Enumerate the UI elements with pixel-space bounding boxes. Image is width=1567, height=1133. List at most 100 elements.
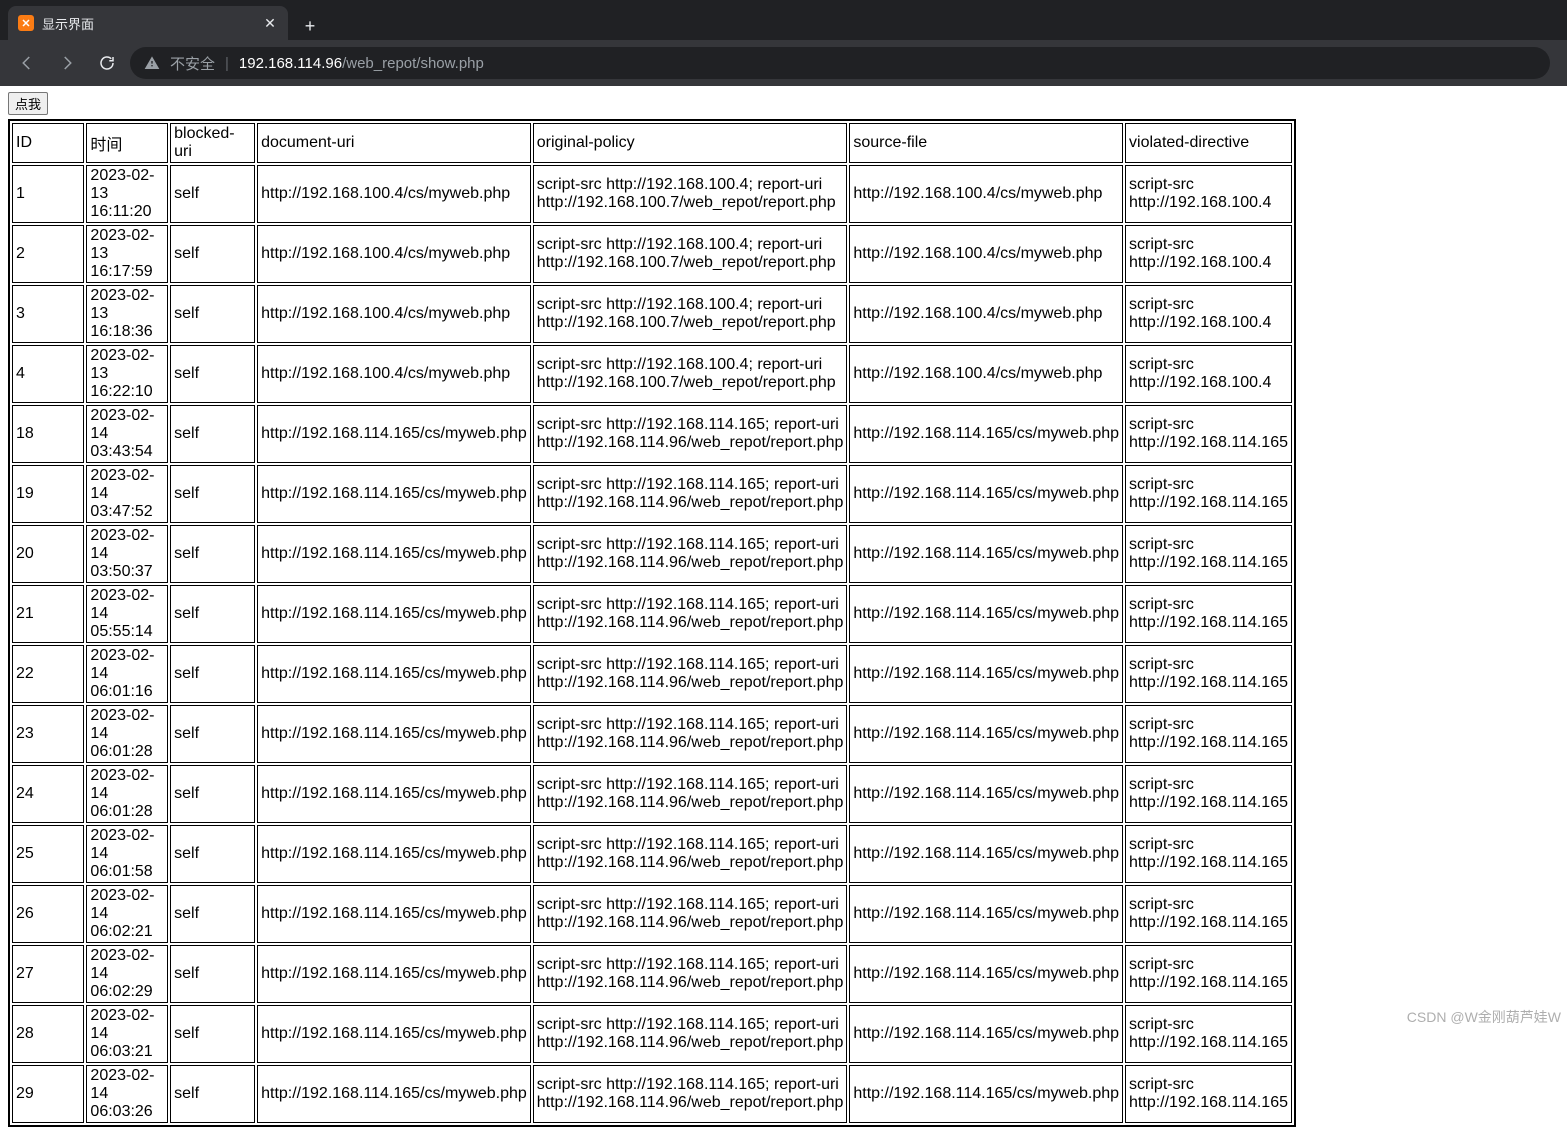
cell-doc: http://192.168.100.4/cs/myweb.php <box>257 165 531 223</box>
cell-blocked: self <box>170 645 255 703</box>
cell-id: 22 <box>12 645 84 703</box>
cell-vio: script-src http://192.168.114.165 <box>1125 645 1292 703</box>
cell-src: http://192.168.100.4/cs/myweb.php <box>849 285 1123 343</box>
table-row: 252023-02-14 06:01:58selfhttp://192.168.… <box>12 825 1292 883</box>
xampp-favicon-icon <box>18 15 34 31</box>
cell-blocked: self <box>170 225 255 283</box>
cell-id: 20 <box>12 525 84 583</box>
cell-time: 2023-02-13 16:18:36 <box>86 285 168 343</box>
cell-src: http://192.168.100.4/cs/myweb.php <box>849 165 1123 223</box>
cell-src: http://192.168.114.165/cs/myweb.php <box>849 525 1123 583</box>
cell-vio: script-src http://192.168.114.165 <box>1125 705 1292 763</box>
cell-doc: http://192.168.114.165/cs/myweb.php <box>257 585 531 643</box>
cell-src: http://192.168.114.165/cs/myweb.php <box>849 705 1123 763</box>
cell-time: 2023-02-14 06:02:21 <box>86 885 168 943</box>
cell-doc: http://192.168.114.165/cs/myweb.php <box>257 405 531 463</box>
cell-vio: script-src http://192.168.114.165 <box>1125 885 1292 943</box>
cell-policy: script-src http://192.168.114.165; repor… <box>533 645 848 703</box>
table-row: 292023-02-14 06:03:26selfhttp://192.168.… <box>12 1065 1292 1123</box>
cell-blocked: self <box>170 345 255 403</box>
header-original-policy: original-policy <box>533 123 848 163</box>
cell-id: 2 <box>12 225 84 283</box>
cell-blocked: self <box>170 825 255 883</box>
cell-time: 2023-02-13 16:11:20 <box>86 165 168 223</box>
cell-policy: script-src http://192.168.114.165; repor… <box>533 405 848 463</box>
cell-blocked: self <box>170 525 255 583</box>
cell-src: http://192.168.114.165/cs/myweb.php <box>849 1005 1123 1063</box>
cell-time: 2023-02-14 06:01:58 <box>86 825 168 883</box>
cell-src: http://192.168.114.165/cs/myweb.php <box>849 765 1123 823</box>
cell-src: http://192.168.114.165/cs/myweb.php <box>849 885 1123 943</box>
cell-doc: http://192.168.114.165/cs/myweb.php <box>257 525 531 583</box>
cell-time: 2023-02-14 06:01:16 <box>86 645 168 703</box>
cell-id: 4 <box>12 345 84 403</box>
cell-id: 18 <box>12 405 84 463</box>
cell-id: 29 <box>12 1065 84 1123</box>
cell-policy: script-src http://192.168.114.165; repor… <box>533 765 848 823</box>
tab-close-icon[interactable]: ✕ <box>262 15 278 31</box>
cell-vio: script-src http://192.168.114.165 <box>1125 525 1292 583</box>
table-row: 262023-02-14 06:02:21selfhttp://192.168.… <box>12 885 1292 943</box>
cell-id: 21 <box>12 585 84 643</box>
cell-time: 2023-02-14 03:47:52 <box>86 465 168 523</box>
cell-id: 27 <box>12 945 84 1003</box>
new-tab-button[interactable]: + <box>296 12 324 40</box>
not-secure-icon <box>144 55 160 71</box>
cell-policy: script-src http://192.168.100.4; report-… <box>533 225 848 283</box>
cell-id: 3 <box>12 285 84 343</box>
cell-vio: script-src http://192.168.114.165 <box>1125 585 1292 643</box>
cell-policy: script-src http://192.168.114.165; repor… <box>533 705 848 763</box>
cell-policy: script-src http://192.168.114.165; repor… <box>533 885 848 943</box>
cell-vio: script-src http://192.168.100.4 <box>1125 285 1292 343</box>
cell-time: 2023-02-14 06:03:21 <box>86 1005 168 1063</box>
cell-blocked: self <box>170 465 255 523</box>
header-source-file: source-file <box>849 123 1123 163</box>
cell-doc: http://192.168.100.4/cs/myweb.php <box>257 225 531 283</box>
cell-blocked: self <box>170 945 255 1003</box>
cell-policy: script-src http://192.168.114.165; repor… <box>533 585 848 643</box>
cell-vio: script-src http://192.168.114.165 <box>1125 765 1292 823</box>
cell-time: 2023-02-14 06:02:29 <box>86 945 168 1003</box>
cell-time: 2023-02-14 06:01:28 <box>86 705 168 763</box>
click-me-button[interactable]: 点我 <box>8 92 48 115</box>
page-content: 点我 ID 时间 blocked-uri document-uri origin… <box>0 86 1567 1133</box>
cell-id: 1 <box>12 165 84 223</box>
table-row: 22023-02-13 16:17:59selfhttp://192.168.1… <box>12 225 1292 283</box>
table-row: 272023-02-14 06:02:29selfhttp://192.168.… <box>12 945 1292 1003</box>
back-button[interactable] <box>10 46 44 80</box>
address-bar[interactable]: 不安全 | 192.168.114.96/web_repot/show.php <box>130 47 1550 79</box>
cell-doc: http://192.168.114.165/cs/myweb.php <box>257 1065 531 1123</box>
cell-policy: script-src http://192.168.100.4; report-… <box>533 345 848 403</box>
cell-id: 23 <box>12 705 84 763</box>
cell-blocked: self <box>170 285 255 343</box>
table-row: 202023-02-14 03:50:37selfhttp://192.168.… <box>12 525 1292 583</box>
browser-toolbar: 不安全 | 192.168.114.96/web_repot/show.php <box>0 40 1567 86</box>
cell-time: 2023-02-14 06:01:28 <box>86 765 168 823</box>
cell-blocked: self <box>170 765 255 823</box>
cell-blocked: self <box>170 1005 255 1063</box>
tab-bar: 显示界面 ✕ + <box>0 0 1567 40</box>
cell-vio: script-src http://192.168.100.4 <box>1125 165 1292 223</box>
cell-src: http://192.168.114.165/cs/myweb.php <box>849 825 1123 883</box>
cell-id: 19 <box>12 465 84 523</box>
reload-button[interactable] <box>90 46 124 80</box>
cell-vio: script-src http://192.168.114.165 <box>1125 405 1292 463</box>
cell-doc: http://192.168.100.4/cs/myweb.php <box>257 345 531 403</box>
browser-tab[interactable]: 显示界面 ✕ <box>8 6 288 40</box>
forward-button[interactable] <box>50 46 84 80</box>
cell-doc: http://192.168.114.165/cs/myweb.php <box>257 945 531 1003</box>
cell-time: 2023-02-14 06:03:26 <box>86 1065 168 1123</box>
table-row: 222023-02-14 06:01:16selfhttp://192.168.… <box>12 645 1292 703</box>
cell-src: http://192.168.100.4/cs/myweb.php <box>849 225 1123 283</box>
browser-chrome: 显示界面 ✕ + 不安全 | 192.168.114.96/web_repot/… <box>0 0 1567 86</box>
cell-time: 2023-02-14 03:43:54 <box>86 405 168 463</box>
cell-src: http://192.168.114.165/cs/myweb.php <box>849 945 1123 1003</box>
table-row: 212023-02-14 05:55:14selfhttp://192.168.… <box>12 585 1292 643</box>
table-row: 32023-02-13 16:18:36self http://192.168.1… <box>12 285 1292 343</box>
cell-src: http://192.168.114.165/cs/myweb.php <box>849 465 1123 523</box>
cell-blocked: self <box>170 885 255 943</box>
cell-id: 28 <box>12 1005 84 1063</box>
table-row: 282023-02-14 06:03:21self http://192.168.… <box>12 1005 1292 1063</box>
header-id: ID <box>12 123 84 163</box>
cell-policy: script-src http://192.168.100.4; report-… <box>533 285 848 343</box>
